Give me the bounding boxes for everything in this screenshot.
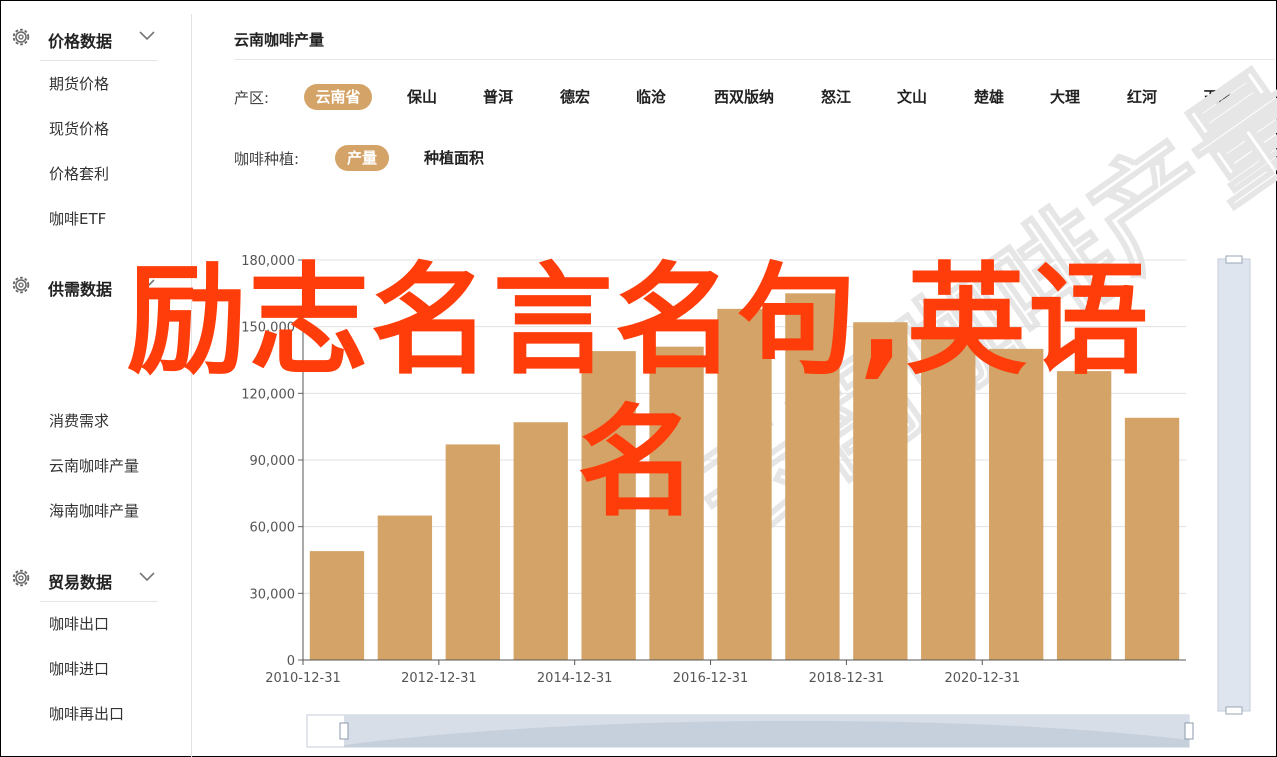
slider-handle-left[interactable] — [339, 722, 349, 740]
bar[interactable] — [309, 551, 365, 660]
x-tick-label: 2014-12-31 — [537, 671, 613, 686]
slider-handle-right[interactable] — [1184, 722, 1194, 740]
y-tick-label: 0 — [287, 654, 295, 669]
overlay-headline-continued: 名 — [577, 394, 700, 533]
slider-handle-bottom[interactable] — [1225, 706, 1243, 715]
bar[interactable] — [377, 515, 433, 660]
x-zoom-slider[interactable] — [306, 714, 1194, 748]
overlay-headline: 励志名言名句,英语 — [126, 252, 1151, 391]
x-tick-label: 2010-12-31 — [265, 671, 341, 686]
x-tick-label: 2016-12-31 — [673, 671, 749, 686]
x-tick-label: 2020-12-31 — [944, 671, 1020, 686]
y-tick-label: 30,000 — [250, 587, 296, 602]
x-tick-label: 2018-12-31 — [809, 671, 885, 686]
x-tick-label: 2012-12-31 — [401, 671, 477, 686]
